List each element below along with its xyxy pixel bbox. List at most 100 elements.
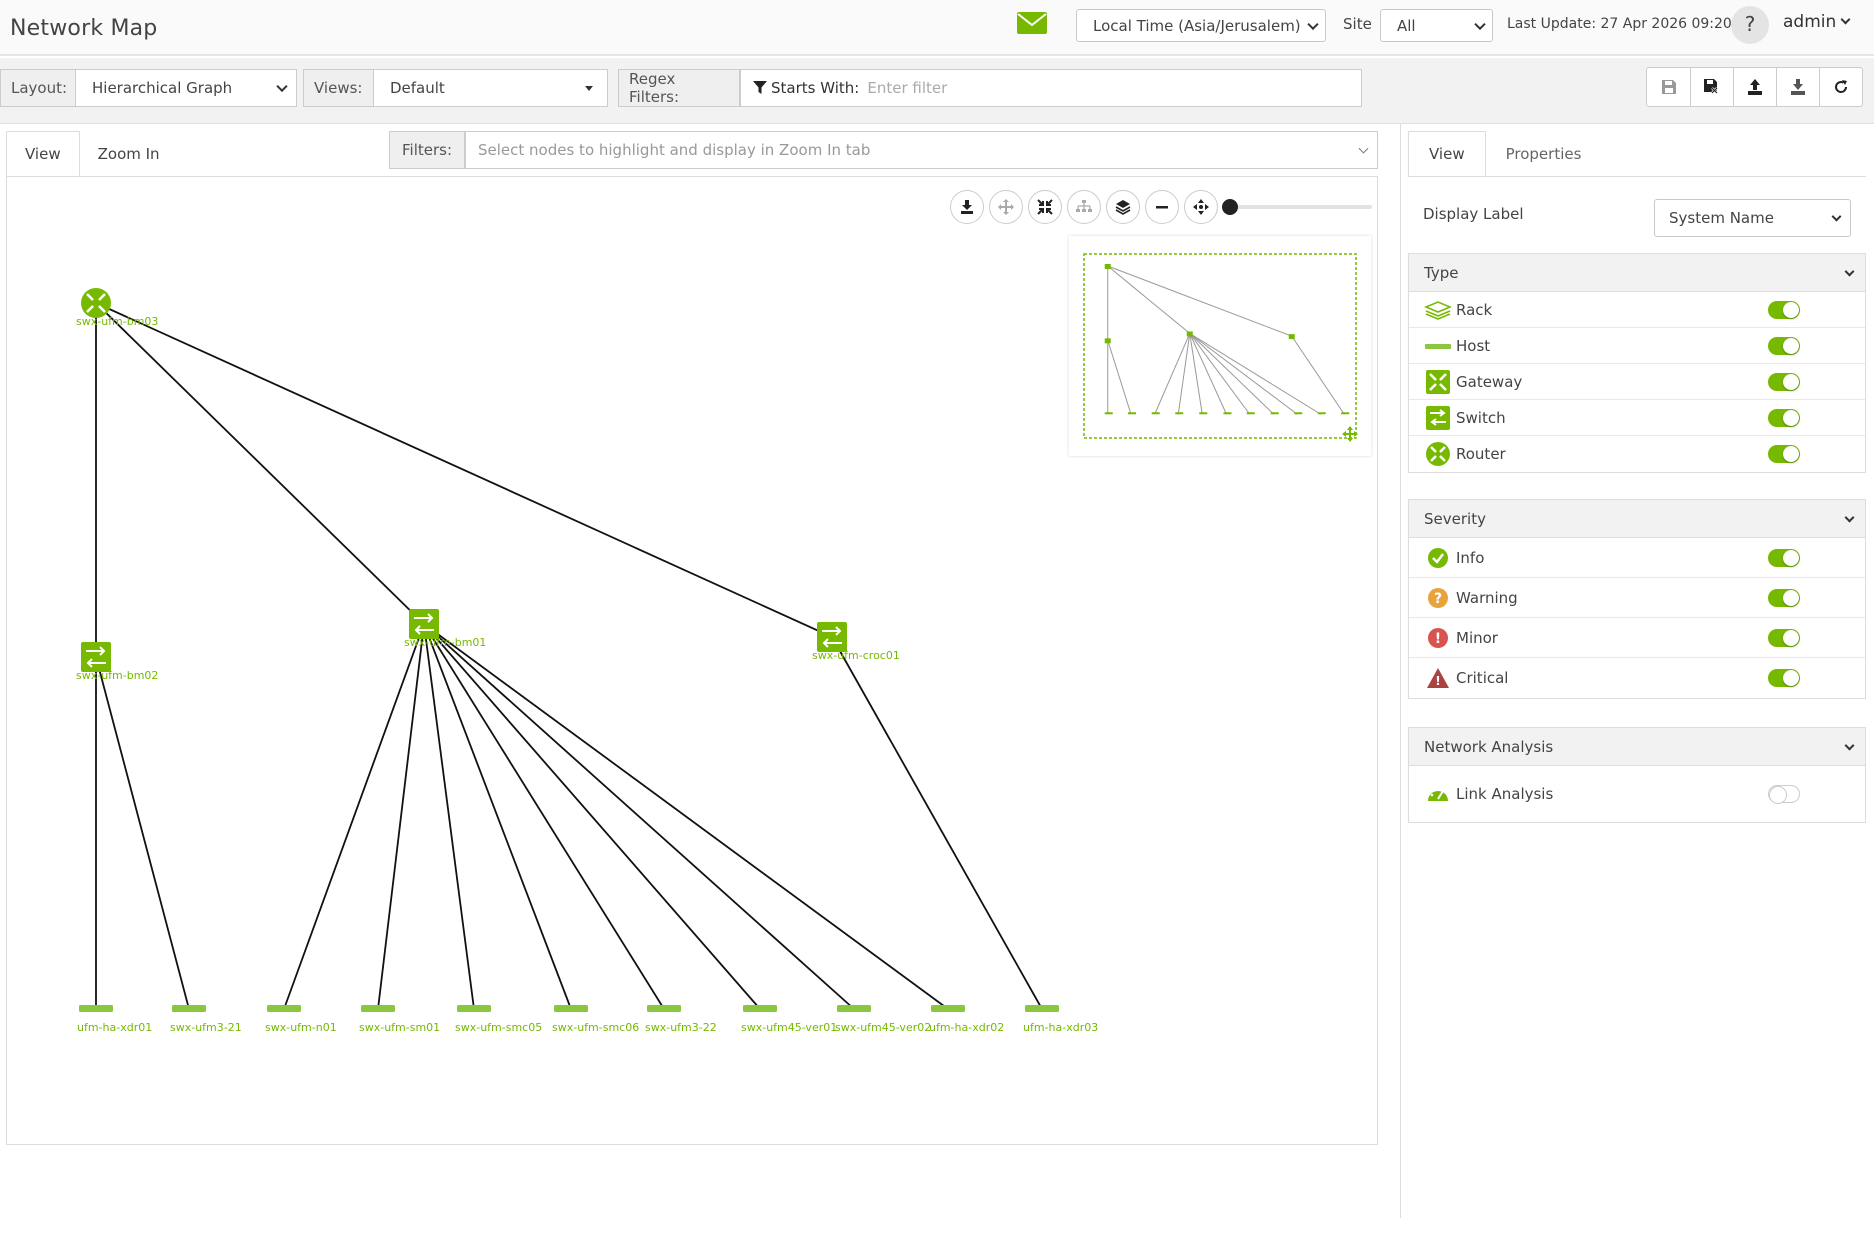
graph-link[interactable] xyxy=(377,623,425,1010)
export-graph-button[interactable] xyxy=(950,190,984,224)
graph-link[interactable] xyxy=(831,636,1043,1010)
download-icon xyxy=(961,200,973,214)
graph-link[interactable] xyxy=(95,302,833,638)
zoom-in-button[interactable] xyxy=(1184,190,1218,224)
minor-icon: ! xyxy=(1424,627,1452,649)
host-toggle[interactable] xyxy=(1768,336,1800,355)
zoom-slider-track[interactable] xyxy=(1230,205,1372,209)
upload-button[interactable] xyxy=(1733,68,1776,106)
router-toggle[interactable] xyxy=(1768,445,1800,463)
layout-label: Layout: xyxy=(0,69,76,107)
chevron-down-icon xyxy=(1358,143,1369,154)
minimap-link xyxy=(1189,332,1322,415)
minimap-link xyxy=(1189,333,1227,415)
tab-side-view[interactable]: View xyxy=(1408,131,1486,177)
graph-node-switch[interactable] xyxy=(81,642,111,672)
hierarchy-button[interactable] xyxy=(1067,190,1101,224)
type-section: Type Rack Host Gateway Switch Router xyxy=(1408,253,1866,473)
chevron-down-icon xyxy=(1844,512,1855,523)
tab-view[interactable]: View xyxy=(6,131,80,177)
graph-link[interactable] xyxy=(423,623,855,1010)
funnel-icon xyxy=(753,81,767,94)
network-analysis-header[interactable]: Network Analysis xyxy=(1409,728,1865,766)
crosshair-icon xyxy=(1193,199,1209,215)
minimap-node xyxy=(1294,412,1303,415)
minimap-node xyxy=(1104,338,1111,344)
zoom-slider-handle[interactable] xyxy=(1222,199,1238,215)
graph-node-host[interactable] xyxy=(554,1005,588,1012)
warning-toggle[interactable] xyxy=(1768,588,1800,607)
refresh-button[interactable] xyxy=(1819,68,1862,106)
save-as-button[interactable] xyxy=(1690,68,1733,106)
graph-node-host[interactable] xyxy=(743,1005,777,1012)
views-select[interactable]: Default xyxy=(373,69,608,107)
minimap[interactable] xyxy=(1069,236,1371,456)
site-select[interactable]: All xyxy=(1380,9,1493,42)
type-section-header[interactable]: Type xyxy=(1409,254,1865,292)
tab-underline xyxy=(1408,176,1866,177)
router-icon xyxy=(1424,442,1452,466)
graph-node-switch[interactable] xyxy=(817,622,847,652)
help-button[interactable]: ? xyxy=(1731,6,1769,44)
graph-tabs: View Zoom In xyxy=(6,131,178,177)
tab-properties[interactable]: Properties xyxy=(1486,131,1602,177)
graph-link[interactable] xyxy=(423,623,665,1010)
layers-icon xyxy=(1115,200,1131,215)
pan-button[interactable] xyxy=(989,190,1023,224)
rack-icon xyxy=(1424,299,1452,321)
graph-node-host[interactable] xyxy=(1025,1005,1059,1012)
graph-node-host[interactable] xyxy=(931,1005,965,1012)
graph-node-host[interactable] xyxy=(267,1005,301,1012)
switch-toggle[interactable] xyxy=(1768,408,1800,427)
fit-to-screen-button[interactable] xyxy=(1028,190,1062,224)
graph-node-host[interactable] xyxy=(457,1005,491,1012)
node-filter-select[interactable]: Select nodes to highlight and display in… xyxy=(465,131,1378,169)
graph-node-switch[interactable] xyxy=(409,609,439,639)
save-button[interactable] xyxy=(1647,68,1690,106)
severity-section-header[interactable]: Severity xyxy=(1409,500,1865,538)
graph-node-host[interactable] xyxy=(172,1005,206,1012)
tab-zoom-in[interactable]: Zoom In xyxy=(80,131,178,177)
display-label-select[interactable]: System Name xyxy=(1654,199,1851,237)
critical-toggle[interactable] xyxy=(1768,669,1800,687)
type-row-rack: Rack xyxy=(1409,292,1865,328)
info-toggle[interactable] xyxy=(1768,548,1800,567)
rack-toggle[interactable] xyxy=(1768,300,1800,319)
host-icon xyxy=(1424,335,1452,357)
layout-select[interactable]: Hierarchical Graph xyxy=(75,69,297,107)
graph-link[interactable] xyxy=(283,623,425,1010)
graph-link[interactable] xyxy=(423,623,572,1010)
minimap-graph xyxy=(1083,253,1358,442)
minimap-node xyxy=(1317,412,1326,415)
link-analysis-toggle[interactable] xyxy=(1768,785,1800,804)
timezone-select[interactable]: Local Time (Asia/Jerusalem) xyxy=(1076,9,1326,42)
page-title: Network Map xyxy=(10,16,158,41)
graph-link[interactable] xyxy=(423,623,761,1010)
minor-toggle[interactable] xyxy=(1768,628,1800,647)
mail-icon[interactable] xyxy=(1017,12,1047,34)
regex-filter-input[interactable]: Starts With: Enter filter xyxy=(740,69,1362,107)
gateway-toggle[interactable] xyxy=(1768,372,1800,391)
download-button[interactable] xyxy=(1776,68,1819,106)
graph-node-host[interactable] xyxy=(647,1005,681,1012)
user-menu[interactable]: admin xyxy=(1783,12,1851,32)
layers-button[interactable] xyxy=(1106,190,1140,224)
upload-icon xyxy=(1748,79,1762,95)
minimap-node xyxy=(1199,412,1208,415)
graph-node-gateway[interactable] xyxy=(81,288,111,318)
graph-controls xyxy=(950,190,1218,224)
graph-node-label: swx-ufm3-21 xyxy=(170,1021,242,1034)
zoom-out-button[interactable] xyxy=(1145,190,1179,224)
graph-link[interactable] xyxy=(95,656,190,1010)
graph-link[interactable] xyxy=(423,623,475,1010)
graph-node-host[interactable] xyxy=(361,1005,395,1012)
regex-filters-label: Regex Filters: xyxy=(618,69,740,107)
graph-node-label: swx-ufm45-ver01 xyxy=(741,1021,837,1034)
graph-link[interactable] xyxy=(423,623,949,1010)
chevron-down-icon xyxy=(1844,740,1855,751)
graph-node-host[interactable] xyxy=(79,1005,113,1012)
minimap-link xyxy=(1189,333,1298,415)
graph-node-host[interactable] xyxy=(837,1005,871,1012)
graph-link[interactable] xyxy=(95,302,425,625)
analysis-row-link: Link Analysis xyxy=(1409,766,1865,822)
